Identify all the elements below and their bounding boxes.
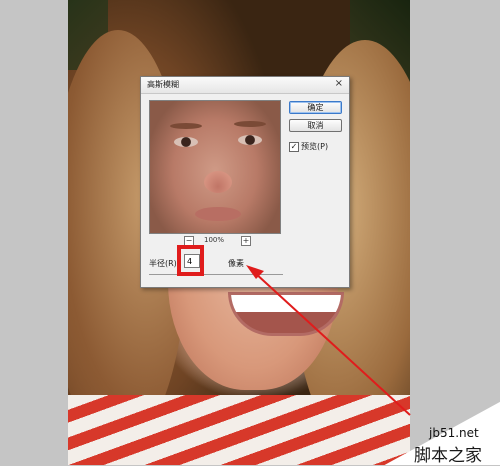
annotation-arrow: [246, 265, 411, 416]
watermark-brand: 脚本之家: [414, 446, 482, 466]
watermark-url: jb51.net: [429, 426, 479, 440]
